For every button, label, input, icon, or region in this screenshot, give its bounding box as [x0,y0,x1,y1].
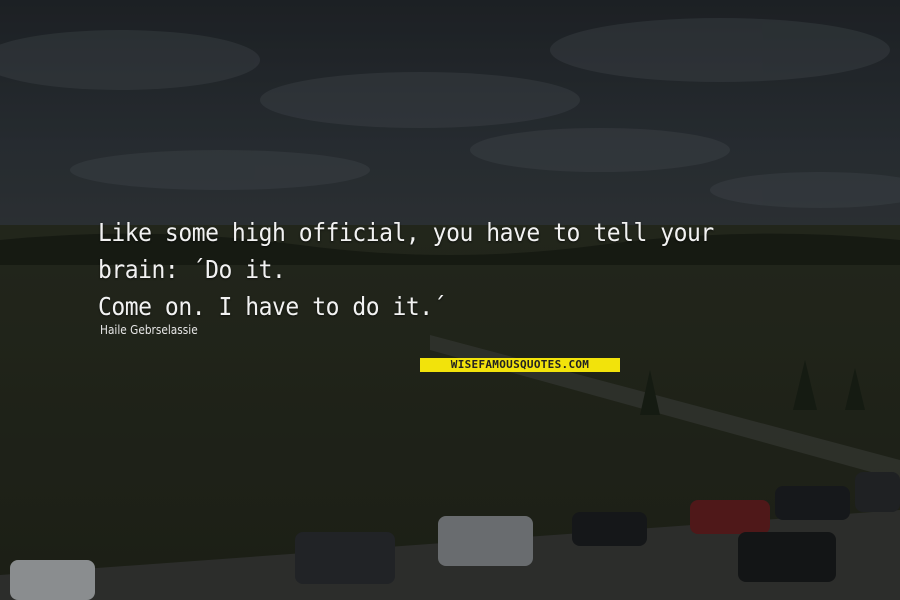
site-watermark: WISEFAMOUSQUOTES.COM [420,358,620,372]
quote-line-2: Come on. I have to do it.´ [98,292,447,321]
quote-scene: Like some high official, you have to tel… [0,0,900,600]
quote-author: Haile Gebrselassie [100,323,198,337]
quote-text: Like some high official, you have to tel… [98,214,779,325]
quote-line-1: Like some high official, you have to tel… [98,218,714,284]
